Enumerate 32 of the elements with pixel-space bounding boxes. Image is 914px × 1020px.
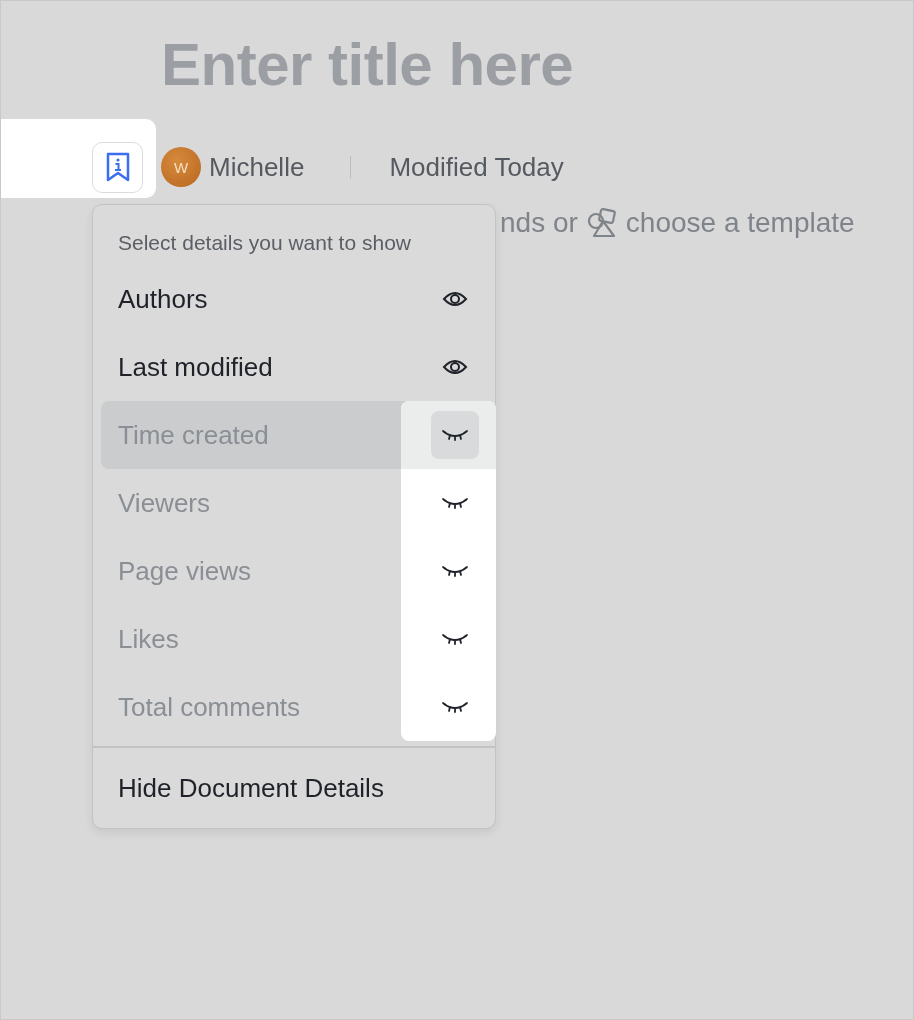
item-label: Likes (118, 623, 179, 655)
menu-item[interactable]: Total comments (101, 673, 487, 741)
closed-eye-icon (442, 700, 468, 714)
menu-item[interactable]: Page views (101, 537, 487, 605)
item-label: Authors (118, 283, 208, 315)
eye-icon (442, 357, 468, 377)
document-details-button[interactable] (92, 141, 143, 193)
title-placeholder[interactable]: Enter title here (1, 1, 913, 101)
author-name: Michelle (209, 151, 305, 183)
item-label: Page views (118, 555, 251, 587)
closed-eye-icon (442, 428, 468, 442)
closed-eye-icon (442, 632, 468, 646)
item-label: Last modified (118, 351, 273, 383)
visibility-toggle[interactable] (431, 411, 479, 459)
template-icon (585, 207, 618, 239)
eye-icon (442, 289, 468, 309)
closed-eye-icon (442, 564, 468, 578)
menu-item[interactable]: Last modified (101, 333, 487, 401)
item-label: Viewers (118, 487, 210, 519)
template-link[interactable]: choose a template (625, 207, 855, 239)
menu-item[interactable]: Authors (101, 265, 487, 333)
hide-details-item[interactable]: Hide Document Details (93, 747, 495, 828)
author-avatar: W (161, 147, 201, 187)
bookmark-info-icon (105, 152, 130, 182)
item-label: Time created (118, 419, 269, 451)
menu-item[interactable]: Likes (101, 605, 487, 673)
hint-text: nds or (500, 207, 578, 239)
modified-date: Modified Today (389, 151, 564, 183)
menu-item[interactable]: Viewers (101, 469, 487, 537)
item-label: Total comments (118, 691, 301, 723)
closed-eye-icon (442, 496, 468, 510)
menu-header: Select details you want to show (117, 230, 412, 256)
